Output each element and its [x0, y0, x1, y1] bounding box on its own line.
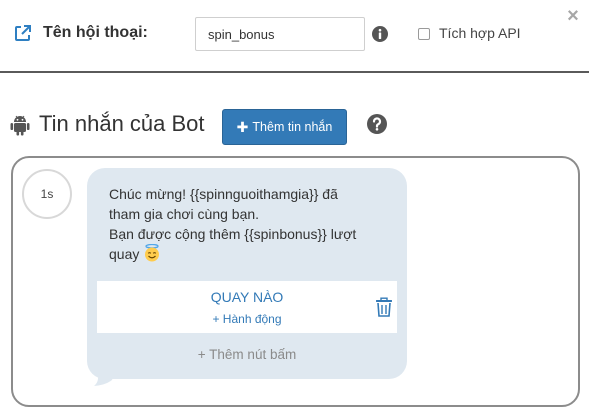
message-line: quay — [109, 246, 140, 262]
message-line: Chúc mừng! {{spinnguoithamgia}} đã — [109, 186, 338, 202]
add-button-link[interactable]: + Thêm nút bấm — [87, 347, 407, 362]
section-title: Tin nhắn của Bot — [39, 111, 205, 136]
info-circle-icon[interactable] — [372, 26, 388, 42]
delay-indicator[interactable]: 1s — [22, 169, 72, 219]
external-link-icon[interactable] — [14, 24, 32, 42]
delay-value: 1s — [40, 187, 54, 201]
quick-reply-button-card: QUAY NÀO + Hành động — [97, 281, 397, 333]
api-integration-label: Tích hợp API — [439, 25, 521, 41]
message-line: Bạn được cộng thêm {{spinbonus}} lượt — [109, 226, 357, 242]
quick-reply-button[interactable]: QUAY NÀO — [97, 289, 397, 305]
close-button[interactable]: × — [564, 6, 582, 26]
add-message-button[interactable]: ✚ Thêm tin nhắn — [222, 109, 347, 145]
dialog-name-label: Tên hội thoại: — [43, 24, 148, 41]
plus-icon: ✚ — [236, 118, 249, 135]
question-circle-icon[interactable] — [367, 114, 387, 134]
api-integration-checkbox[interactable] — [418, 28, 430, 40]
android-icon — [10, 115, 30, 136]
smiling-face-with-halo-emoji — [145, 244, 160, 262]
message-line: tham gia chơi cùng bạn. — [109, 206, 260, 222]
dialog-name-input[interactable] — [195, 17, 365, 51]
bubble-tail — [94, 370, 116, 386]
trash-icon[interactable] — [375, 297, 393, 317]
add-message-label: Thêm tin nhắn — [252, 120, 333, 134]
dialog-header: Tên hội thoại: Tích hợp API × — [0, 0, 589, 73]
add-action-link[interactable]: + Hành động — [97, 312, 397, 326]
message-text[interactable]: Chúc mừng! {{spinnguoithamgia}} đã tham … — [109, 184, 389, 264]
